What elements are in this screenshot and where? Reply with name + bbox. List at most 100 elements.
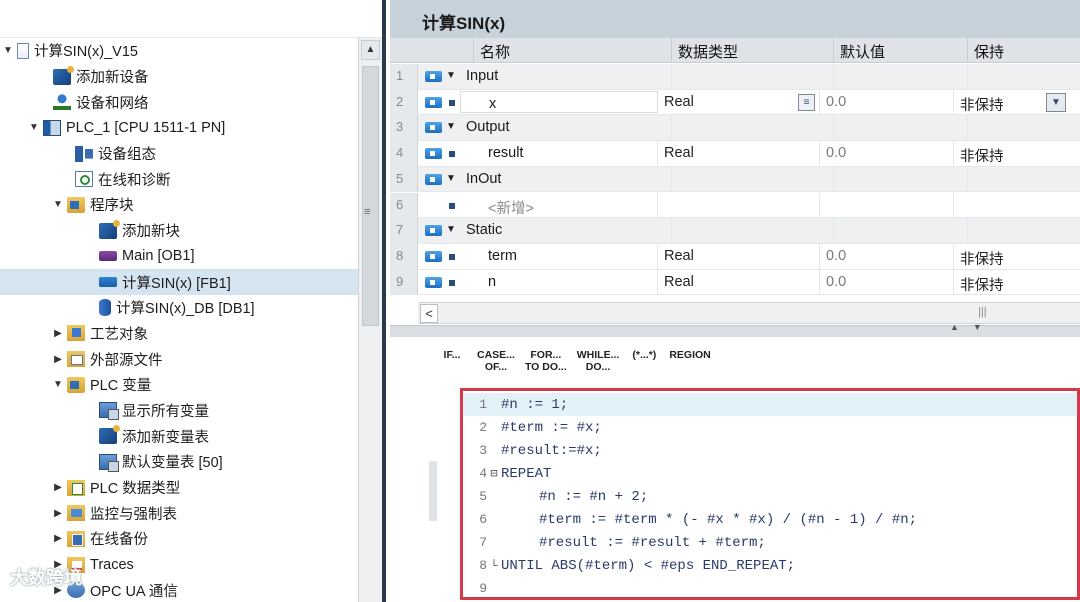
tree-item[interactable]: 显示所有变量: [0, 398, 358, 424]
scl-code-editor[interactable]: 1 #n := 1; 2 #term := #x; 3 #result:=#x; 4 ⊟ REP…: [429, 388, 1080, 600]
variable-retain[interactable]: 非保持: [954, 244, 1066, 269]
section-collapse-icon[interactable]: ▼: [446, 115, 460, 140]
variable-default-value[interactable]: [834, 166, 968, 192]
expand-arrow-down-icon[interactable]: ▼: [28, 122, 40, 133]
interface-row[interactable]: 1 ▼ Input: [390, 64, 1080, 90]
code-line[interactable]: 9: [463, 577, 1077, 600]
tree-item[interactable]: ▶ 监控与强制表: [0, 500, 358, 526]
variable-retain[interactable]: [968, 115, 1080, 140]
header-retain[interactable]: 保持: [968, 38, 1080, 62]
tree-item[interactable]: Main [OB1]: [0, 244, 358, 270]
tree-item[interactable]: ▼ 程序块: [0, 192, 358, 218]
tree-item[interactable]: 在线和诊断: [0, 166, 358, 192]
tree-item[interactable]: 默认变量表 [50]: [0, 449, 358, 475]
tree-item[interactable]: 计算SIN(x)_DB [DB1]: [0, 295, 358, 321]
code-line[interactable]: 5 #n := #n + 2;: [463, 485, 1077, 508]
variable-retain[interactable]: 非保持: [954, 141, 1066, 166]
code-line[interactable]: 2 #term := #x;: [463, 416, 1077, 439]
scroll-left-button[interactable]: <: [420, 304, 438, 323]
variable-default-value[interactable]: [834, 64, 968, 89]
variable-data-type[interactable]: [658, 192, 820, 218]
code-line[interactable]: 1 #n := 1;: [463, 393, 1077, 416]
variable-retain[interactable]: [954, 193, 1066, 218]
section-collapse-icon[interactable]: ▼: [446, 64, 460, 89]
region-button[interactable]: REGION: [666, 343, 713, 379]
variable-retain[interactable]: 非保持: [954, 270, 1066, 295]
variable-name[interactable]: x: [460, 90, 658, 114]
fold-collapse-icon[interactable]: ⊟: [487, 466, 501, 481]
variable-data-type[interactable]: [672, 115, 834, 141]
expand-arrow-right-icon[interactable]: ▶: [52, 354, 64, 365]
expand-arrow-right-icon[interactable]: ▶: [52, 508, 64, 519]
tree-item[interactable]: 添加新设备: [0, 64, 358, 90]
variable-data-type[interactable]: Real: [658, 269, 820, 295]
code-line[interactable]: 7 #result := #result + #term;: [463, 531, 1077, 554]
interface-row[interactable]: 9 n Real 0.0 非保持: [390, 269, 1080, 296]
expand-arrow-right-icon[interactable]: ▶: [52, 533, 64, 544]
interface-row[interactable]: 2 x Real 0.0 ≡ 非保持 ▼: [390, 89, 1080, 116]
interface-row[interactable]: 8 term Real 0.0 非保持: [390, 243, 1080, 270]
expand-arrow-down-icon[interactable]: ▼: [52, 379, 64, 390]
for-to-do-button[interactable]: FOR... TO DO...: [522, 343, 570, 379]
scroll-up-button[interactable]: ▲: [361, 40, 380, 60]
interface-row[interactable]: 3 ▼ Output: [390, 115, 1080, 142]
interface-row[interactable]: 4 result Real 0.0 非保持: [390, 141, 1080, 167]
variable-data-type[interactable]: Real: [658, 89, 820, 115]
variable-retain[interactable]: [968, 167, 1080, 192]
variable-data-type[interactable]: [672, 218, 834, 243]
variable-retain[interactable]: [968, 64, 1080, 89]
interface-row[interactable]: 6 <新增>: [390, 192, 1080, 219]
retain-dropdown-icon[interactable]: ▼: [1046, 92, 1066, 112]
variable-name[interactable]: result: [460, 141, 658, 166]
variable-default-value[interactable]: [834, 218, 968, 243]
tree-item[interactable]: 设备组态: [0, 141, 358, 167]
interface-horizontal-scrollbar[interactable]: < |||: [418, 302, 1080, 324]
expand-arrow-down-icon[interactable]: ▼: [2, 45, 14, 56]
header-default-value[interactable]: 默认值: [834, 38, 968, 62]
variable-data-type[interactable]: Real: [658, 243, 820, 269]
expand-arrow-down-icon[interactable]: ▼: [52, 199, 64, 210]
tree-item[interactable]: ▼ PLC 变量: [0, 372, 358, 398]
variable-default-value[interactable]: 0.0: [820, 243, 954, 269]
code-line[interactable]: 8 └ UNTIL ABS(#term) < #eps END_REPEAT;: [463, 554, 1077, 577]
variable-retain[interactable]: [968, 218, 1080, 243]
project-tree-scrollbar[interactable]: ▲ ≡: [358, 38, 382, 602]
variable-default-value[interactable]: [834, 115, 968, 141]
section-collapse-icon[interactable]: ▼: [446, 167, 460, 192]
add-new-placeholder[interactable]: <新增>: [460, 192, 658, 218]
tree-item[interactable]: ▼ PLC_1 [CPU 1511-1 PN]: [0, 115, 358, 141]
tree-item[interactable]: ▶ PLC 数据类型: [0, 475, 358, 501]
interface-row[interactable]: 5 ▼ InOut: [390, 166, 1080, 193]
tree-item[interactable]: ▼ 计算SIN(x)_V15: [0, 38, 358, 64]
variable-name[interactable]: term: [460, 243, 658, 269]
variable-data-type[interactable]: [672, 166, 834, 192]
comment-button[interactable]: (*...*): [626, 343, 662, 379]
code-line[interactable]: 4 ⊟ REPEAT: [463, 462, 1077, 485]
variable-data-type[interactable]: Real: [658, 141, 820, 166]
tree-item[interactable]: 添加新变量表: [0, 423, 358, 449]
expand-arrow-right-icon[interactable]: ▶: [52, 482, 64, 493]
tree-item[interactable]: 设备和网络: [0, 89, 358, 115]
variable-default-value[interactable]: 0.0: [820, 141, 954, 166]
variable-default-value[interactable]: 0.0: [820, 269, 954, 295]
type-picker-icon[interactable]: ≡: [798, 93, 815, 111]
tree-item[interactable]: ▶ 在线备份: [0, 526, 358, 552]
variable-name[interactable]: n: [460, 269, 658, 295]
scroll-thumb[interactable]: [362, 66, 379, 326]
code-line[interactable]: 6 #term := #term * (- #x * #x) / (#n - 1)…: [463, 508, 1077, 531]
case-of-button[interactable]: CASE... OF...: [474, 343, 518, 379]
variable-retain[interactable]: 非保持 ▼: [954, 90, 1066, 115]
tree-item[interactable]: 计算SIN(x) [FB1]: [0, 269, 358, 295]
tree-item[interactable]: 添加新块: [0, 218, 358, 244]
variable-default-value[interactable]: 0.0 ≡: [798, 89, 954, 115]
header-name[interactable]: 名称: [474, 38, 672, 62]
section-collapse-icon[interactable]: ▼: [446, 218, 460, 243]
expand-arrow-right-icon[interactable]: ▶: [52, 328, 64, 339]
while-do-button[interactable]: WHILE... DO...: [574, 343, 623, 379]
tree-item[interactable]: ▶ 外部源文件: [0, 346, 358, 372]
code-line[interactable]: 3 #result:=#x;: [463, 439, 1077, 462]
interface-row[interactable]: 7 ▼ Static: [390, 218, 1080, 244]
editor-splitter[interactable]: ▲▼: [390, 322, 1080, 337]
header-data-type[interactable]: 数据类型: [672, 38, 834, 62]
variable-data-type[interactable]: [672, 64, 834, 89]
